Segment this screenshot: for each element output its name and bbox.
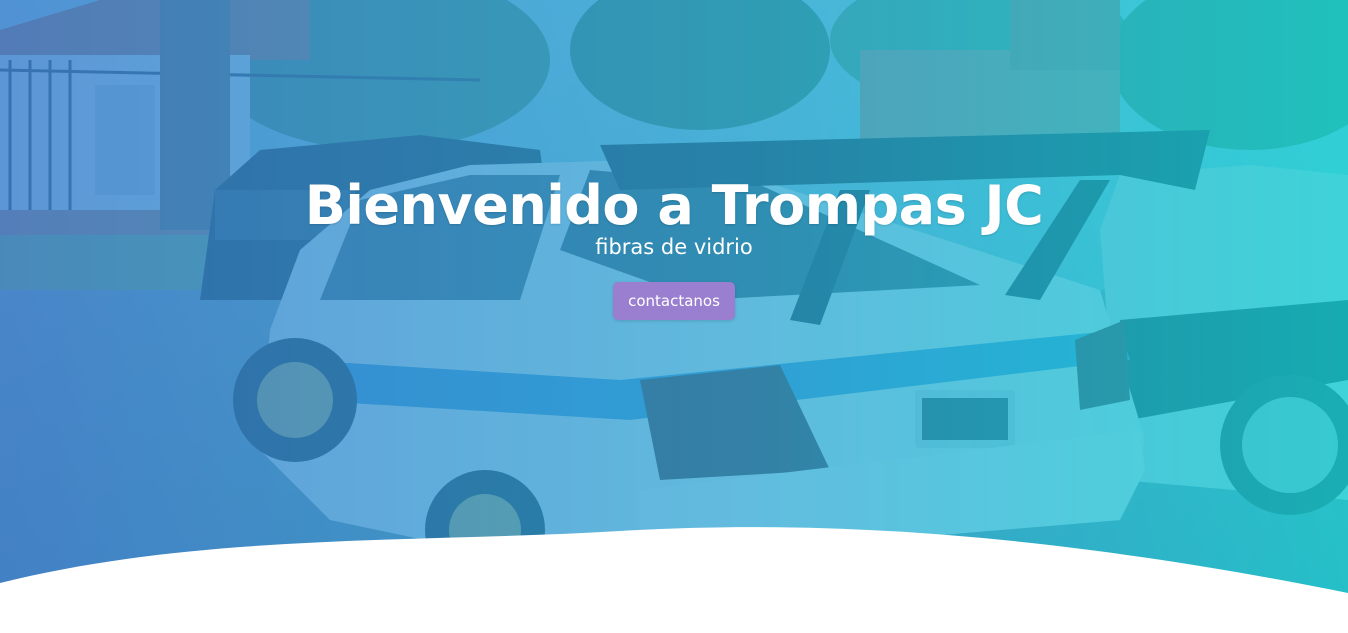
- hero-subtitle: fibras de vidrio: [595, 235, 753, 259]
- hero-section: Bienvenido a Trompas JC fibras de vidrio…: [0, 0, 1348, 633]
- contact-button[interactable]: contactanos: [613, 282, 735, 320]
- wave-divider: [0, 527, 1348, 633]
- hero-content: Bienvenido a Trompas JC fibras de vidrio…: [0, 168, 1348, 320]
